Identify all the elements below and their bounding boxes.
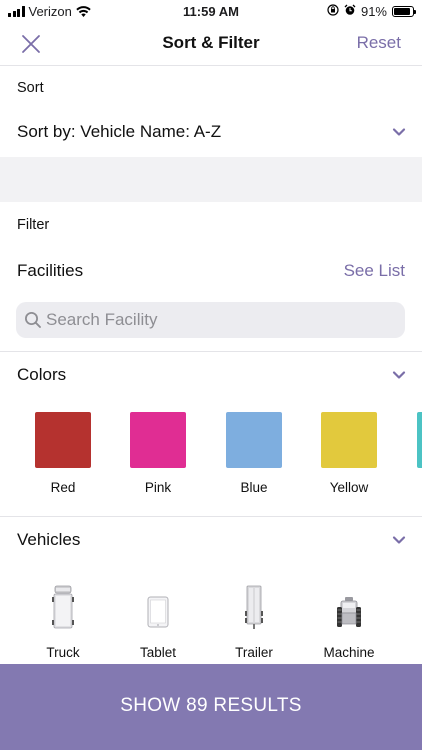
sort-chevron-down-icon[interactable]	[392, 125, 406, 139]
color-swatch-red[interactable]	[35, 412, 91, 468]
vehicles-title: Vehicles	[17, 530, 81, 549]
color-swatch-yellow[interactable]	[321, 412, 377, 468]
filter-section-label: Filter	[17, 217, 50, 233]
color-swatch-teal[interactable]	[417, 412, 422, 468]
colors-chevron-down-icon[interactable]	[392, 368, 406, 382]
color-label-yellow: Yellow	[329, 480, 369, 495]
vehicle-label-truck: Truck	[46, 645, 80, 660]
tablet-icon[interactable]	[143, 585, 173, 631]
show-results-label: SHOW 89 RESULTS	[120, 695, 302, 716]
see-list-link[interactable]: See List	[344, 261, 405, 281]
status-bar: Verizon 11:59 AM 91%	[0, 0, 422, 22]
reset-button[interactable]: Reset	[357, 33, 401, 53]
show-results-button[interactable]: SHOW 89 RESULTS	[0, 664, 422, 750]
battery-percent: 91%	[360, 4, 387, 19]
color-label-red: Red	[50, 480, 76, 495]
search-bar[interactable]	[16, 302, 405, 338]
color-swatch-blue[interactable]	[226, 412, 282, 468]
truck-icon[interactable]	[48, 585, 78, 631]
divider	[0, 516, 422, 517]
color-label-blue: Blue	[240, 480, 268, 495]
vehicle-label-machine: Machine	[323, 645, 375, 660]
vehicle-label-trailer: Trailer	[235, 645, 273, 660]
trailer-icon[interactable]	[239, 585, 269, 631]
color-label-pink: Pink	[144, 480, 172, 495]
search-facility-input[interactable]	[46, 302, 396, 338]
status-right: 91%	[327, 4, 416, 19]
alarm-icon	[344, 4, 356, 19]
vehicles-chevron-down-icon[interactable]	[392, 533, 406, 547]
sort-select[interactable]: Sort by: Vehicle Name: A-Z	[17, 122, 221, 142]
sort-section-label: Sort	[17, 80, 44, 96]
facilities-title: Facilities	[17, 261, 84, 280]
battery-fill	[394, 8, 411, 15]
search-icon	[24, 311, 42, 329]
machine-icon[interactable]	[334, 585, 364, 631]
colors-title: Colors	[17, 365, 67, 384]
color-swatch-pink[interactable]	[130, 412, 186, 468]
battery-icon	[392, 6, 416, 17]
divider	[0, 351, 422, 352]
section-spacer	[0, 157, 422, 202]
vehicle-label-tablet: Tablet	[139, 645, 177, 660]
nav-header: Sort & Filter Reset	[0, 22, 422, 66]
orientation-lock-icon	[327, 4, 339, 19]
